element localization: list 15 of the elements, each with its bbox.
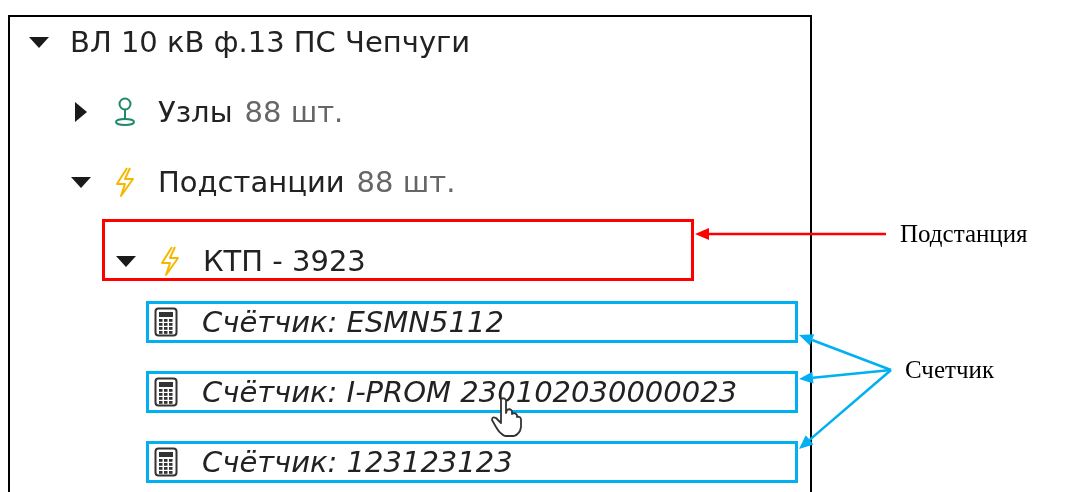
tree-item-label[interactable]: Узлы	[158, 95, 233, 129]
tree-item-label[interactable]: Счётчик: 123123123	[202, 445, 513, 479]
item-count: 88 шт.	[244, 95, 344, 129]
pin-icon	[112, 97, 138, 127]
calculator-icon	[154, 377, 178, 407]
tree-item-label[interactable]: Счётчик: I-PROM 230102030000023	[202, 375, 738, 409]
tree-item-label[interactable]: ВЛ 10 кВ ф.13 ПС Чепчуги	[70, 25, 471, 59]
callout-label: Счетчик	[905, 356, 995, 384]
calculator-icon	[154, 447, 178, 477]
callout-label: Подстанция	[900, 220, 1028, 248]
tree-item-label[interactable]: КТП - 3923	[203, 244, 366, 278]
item-count: 88 шт.	[356, 165, 456, 199]
tree-item-label[interactable]: Подстанции	[158, 165, 345, 199]
tree-item-label[interactable]: Счётчик: ESMN5112	[202, 305, 504, 339]
calculator-icon	[154, 307, 178, 337]
